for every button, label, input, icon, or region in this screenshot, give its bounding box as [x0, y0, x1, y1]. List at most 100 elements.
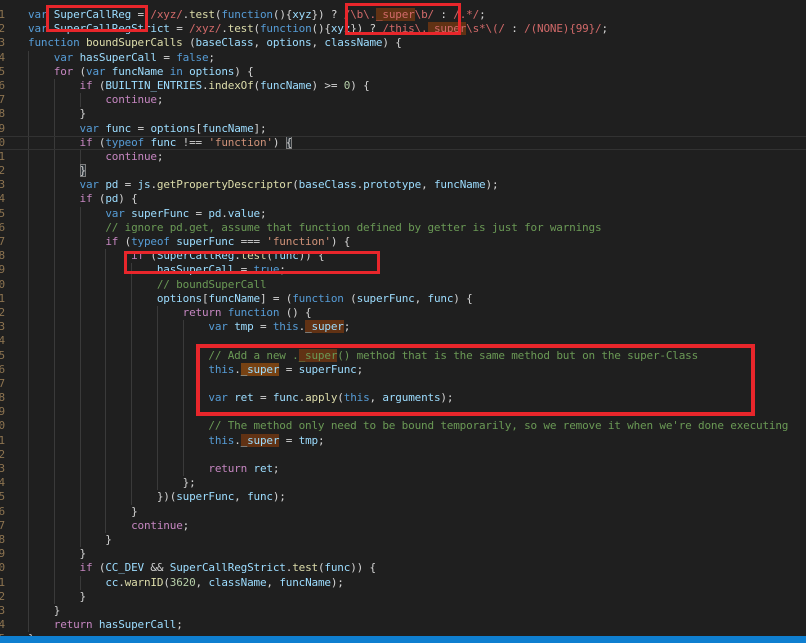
indent-guide [53, 547, 55, 562]
indent-guide [79, 462, 81, 477]
code-text: cc.warnID(3620, className, funcName); [28, 576, 806, 590]
indent-guide [28, 78, 29, 94]
code-line[interactable]: 42 } [0, 589, 806, 604]
code-line[interactable]: 5 for (var funcName in options) { [0, 64, 806, 79]
indent-guide [28, 249, 29, 264]
indent-guide [79, 504, 81, 519]
indent-guide [53, 78, 55, 94]
code-text: if (SuperCallReg.test(func)) { [28, 249, 806, 263]
code-line[interactable]: 17 if (typeof superFunc === 'function') … [0, 235, 806, 250]
indent-guide [28, 164, 29, 179]
code-line[interactable]: 6 if (BUILTIN_ENTRIES.indexOf(funcName) … [0, 78, 806, 94]
code-line[interactable]: 2 var SuperCallRegStrict = /xyz/.test(fun… [0, 22, 806, 36]
find-match-highlight: _super [427, 22, 467, 36]
code-line[interactable]: 11 continue; [0, 149, 806, 165]
line-number-gutter: 39 [0, 547, 9, 561]
code-line[interactable]: 29 [0, 405, 806, 420]
indent-guide [53, 206, 55, 221]
code-line[interactable]: 27 [0, 376, 806, 392]
code-line[interactable]: 37 continue; [0, 518, 806, 533]
code-line[interactable]: 4 var hasSuperCall = false; [0, 50, 806, 65]
code-token: ; [156, 93, 164, 107]
code-line[interactable]: 36 } [0, 504, 806, 519]
code-line[interactable]: 32 [0, 447, 806, 462]
code-text: } [28, 533, 806, 547]
indent-guide [28, 575, 29, 590]
indent-guide [131, 376, 133, 392]
indent-guide [53, 561, 55, 576]
indent-guide [157, 305, 158, 321]
code-line[interactable]: 1 var SuperCallReg = /xyz/.test(function(… [0, 8, 806, 22]
line-number-gutter: 34 [0, 476, 9, 490]
code-token: var [208, 391, 235, 405]
indent-guide [53, 405, 55, 420]
code-text: var SuperCallRegStrict = /xyz/.test(func… [28, 22, 806, 36]
code-token: ] = ( [259, 291, 293, 305]
code-line[interactable]: 39 } [0, 547, 806, 562]
code-line[interactable]: 18 if (SuperCallReg.test(func)) { [0, 249, 806, 264]
code-token: options [189, 64, 235, 78]
code-token: SuperCallReg [156, 249, 235, 263]
indent-guide [53, 589, 55, 604]
line-number-gutter: 8 [0, 107, 9, 121]
code-token: baseClass [195, 36, 254, 50]
code-token: \s*\(/ [466, 22, 505, 36]
code-line[interactable]: 31 this._super = tmp; [0, 433, 806, 448]
code-line[interactable]: 21 options[funcName] = (function (superF… [0, 291, 806, 306]
code-line[interactable]: 20 // boundSuperCall [0, 277, 806, 292]
code-token: if [131, 249, 144, 263]
code-line[interactable]: 35 })(superFunc, func); [0, 490, 806, 505]
code-line[interactable]: 34 }; [0, 476, 806, 491]
code-line[interactable]: 22 return function () { [0, 305, 806, 321]
code-line[interactable]: 12 } [0, 164, 806, 179]
indent-guide [28, 518, 29, 533]
code-token: funcName [279, 575, 331, 589]
indent-guide [157, 376, 158, 392]
code-line[interactable]: 26 this._super = superFunc; [0, 362, 806, 377]
code-text: })(superFunc, func); [28, 490, 806, 504]
code-token: /this\. [382, 22, 428, 36]
code-line[interactable]: 33 return ret; [0, 462, 806, 477]
indent-guide [53, 419, 55, 434]
code-line[interactable]: 41 cc.warnID(3620, className, funcName); [0, 575, 806, 590]
code-token: test [292, 561, 318, 575]
code-line[interactable]: 3 function boundSuperCalls (baseClass, op… [0, 36, 806, 50]
code-line[interactable]: 13 var pd = js.getPropertyDescriptor(bas… [0, 178, 806, 193]
code-line[interactable]: 14 if (pd) { [0, 192, 806, 207]
code-line[interactable]: 19 hasSuperCall = true; [0, 263, 806, 278]
indent-guide [28, 433, 29, 448]
code-line[interactable]: 10 if (typeof func !== 'function') { [0, 135, 806, 151]
code-token: ; [479, 8, 486, 21]
code-editor[interactable]: 1 var SuperCallReg = /xyz/.test(function(… [0, 0, 806, 643]
indent-guide [157, 320, 158, 335]
code-line[interactable]: 24 [0, 334, 806, 349]
code-line[interactable]: 15 var superFunc = pd.value; [0, 206, 806, 221]
code-token: var [208, 320, 235, 334]
code-line[interactable]: 25 // Add a new ._super() method that is… [0, 348, 806, 363]
indent-guide [28, 235, 29, 250]
code-line[interactable]: 38 } [0, 532, 806, 548]
indent-guide [182, 334, 184, 349]
code-line[interactable]: 28 var ret = func.apply(this, arguments)… [0, 391, 806, 406]
code-line[interactable]: 9 var func = options[funcName]; [0, 121, 806, 136]
code-line[interactable]: 23 var tmp = this._super; [0, 320, 806, 335]
indent-guide [131, 405, 133, 420]
code-token: var [105, 206, 132, 220]
indent-guide [157, 348, 158, 363]
code-line[interactable]: 8 } [0, 107, 806, 122]
indent-guide [131, 447, 133, 462]
code-line[interactable]: 30 // The method only need to be bound t… [0, 419, 806, 434]
code-line[interactable]: 44 return hasSuperCall; [0, 618, 806, 633]
code-line[interactable]: 16 // ignore pd.get, assume that functio… [0, 220, 806, 235]
line-number: 15 [0, 206, 5, 220]
indent-guide [53, 93, 55, 108]
code-token: function [259, 22, 312, 36]
indent-guide [28, 334, 29, 349]
code-line[interactable]: 43 } [0, 603, 806, 619]
code-line[interactable]: 40 if (CC_DEV && SuperCallRegStrict.test… [0, 561, 806, 576]
indent-guide [79, 93, 81, 108]
code-line[interactable]: 7 continue; [0, 93, 806, 108]
code-text: continue; [28, 519, 806, 533]
